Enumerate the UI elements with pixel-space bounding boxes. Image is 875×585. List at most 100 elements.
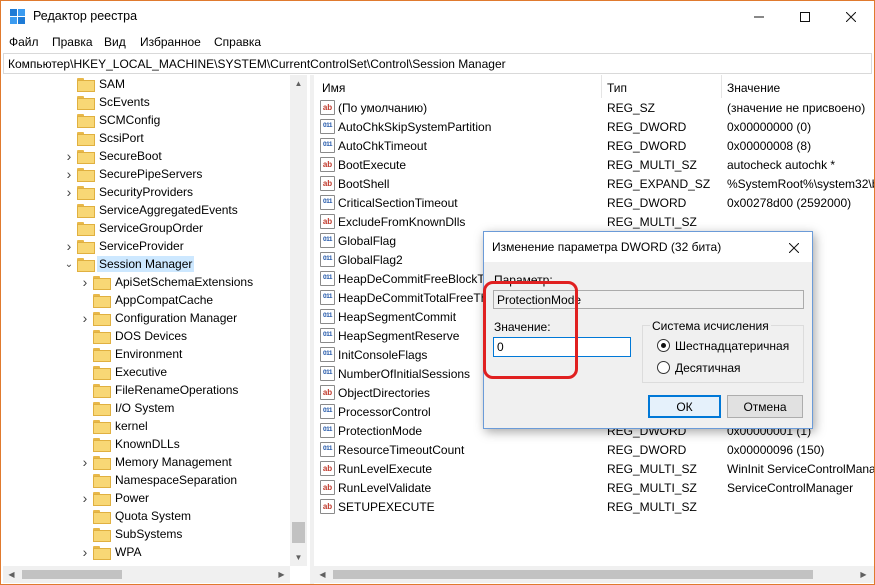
- decimal-radio[interactable]: [657, 361, 670, 374]
- ok-button[interactable]: ОК: [648, 395, 721, 418]
- tree-item[interactable]: ScsiPort: [61, 129, 146, 147]
- column-type-header[interactable]: Тип: [607, 81, 627, 95]
- menu-file[interactable]: Файл: [9, 35, 39, 49]
- tree-item[interactable]: ServiceAggregatedEvents: [61, 201, 240, 219]
- address-bar[interactable]: Компьютер\HKEY_LOCAL_MACHINE\SYSTEM\Curr…: [3, 53, 872, 74]
- collapse-arrow-icon[interactable]: ⌄: [61, 255, 77, 273]
- close-icon: [846, 11, 856, 22]
- key-tree[interactable]: SAM ScEvents SCMConfig ScsiPort › SecureBoot ›…: [3, 75, 310, 584]
- binary-value-icon: 011: [320, 328, 335, 343]
- scroll-right-icon[interactable]: ▶: [273, 566, 290, 583]
- tree-item-label: ServiceAggregatedEvents: [99, 203, 238, 217]
- expand-arrow-icon[interactable]: ›: [61, 183, 77, 201]
- maximize-button[interactable]: [782, 1, 828, 32]
- tree-item[interactable]: › ServiceProvider: [61, 237, 186, 255]
- menu-edit[interactable]: Правка: [52, 35, 93, 49]
- column-data-header[interactable]: Значение: [727, 81, 780, 95]
- value-row[interactable]: 011 CriticalSectionTimeout REG_DWORD 0x0027…: [314, 193, 874, 212]
- tree-item[interactable]: › WPA: [77, 543, 143, 561]
- cancel-button[interactable]: Отмена: [727, 395, 803, 418]
- minimize-button[interactable]: [736, 1, 782, 32]
- dialog-title-bar[interactable]: Изменение параметра DWORD (32 бита): [484, 232, 812, 262]
- expand-arrow-icon[interactable]: ›: [77, 489, 93, 507]
- value-row[interactable]: ab (По умолчанию) REG_SZ (значение не присв…: [314, 98, 874, 117]
- column-divider[interactable]: [601, 75, 602, 98]
- expand-arrow-icon[interactable]: ›: [77, 543, 93, 561]
- expand-arrow-icon[interactable]: ›: [77, 273, 93, 291]
- tree-horizontal-scroll-thumb[interactable]: [22, 570, 122, 579]
- decimal-label[interactable]: Десятичная: [675, 361, 741, 375]
- expand-arrow-icon[interactable]: ›: [77, 309, 93, 327]
- value-data: 0x00000008 (8): [727, 139, 812, 153]
- value-name: RunLevelExecute: [338, 462, 433, 476]
- value-type: REG_DWORD: [607, 196, 687, 210]
- value-row[interactable]: ab ExcludeFromKnownDlls REG_MULTI_SZ: [314, 212, 874, 231]
- value-name: HeapSegmentCommit: [338, 310, 457, 324]
- hexadecimal-radio[interactable]: [657, 339, 670, 352]
- tree-item[interactable]: › Configuration Manager: [77, 309, 239, 327]
- close-button[interactable]: [828, 1, 874, 32]
- menu-view[interactable]: Вид: [104, 35, 126, 49]
- value-row[interactable]: ab SETUPEXECUTE REG_MULTI_SZ: [314, 497, 874, 516]
- expand-arrow-icon[interactable]: ›: [61, 147, 77, 165]
- tree-item[interactable]: ScEvents: [61, 93, 152, 111]
- tree-item[interactable]: › SecurityProviders: [61, 183, 195, 201]
- tree-item[interactable]: ServiceGroupOrder: [61, 219, 205, 237]
- tree-item[interactable]: SCMConfig: [61, 111, 162, 129]
- address-path[interactable]: Компьютер\HKEY_LOCAL_MACHINE\SYSTEM\Curr…: [8, 57, 506, 71]
- tree-item[interactable]: Executive: [77, 363, 169, 381]
- expand-arrow-icon[interactable]: ›: [61, 237, 77, 255]
- scroll-up-icon[interactable]: ▲: [290, 75, 307, 92]
- minimize-icon: [754, 16, 764, 17]
- tree-item[interactable]: › SecurePipeServers: [61, 165, 204, 183]
- menu-favorites[interactable]: Избранное: [140, 35, 201, 49]
- tree-item[interactable]: DOS Devices: [77, 327, 189, 345]
- title-bar[interactable]: Редактор реестра: [1, 1, 874, 32]
- tree-item[interactable]: FileRenameOperations: [77, 381, 240, 399]
- tree-item[interactable]: KnownDLLs: [77, 435, 182, 453]
- tree-item[interactable]: AppCompatCache: [77, 291, 215, 309]
- tree-item[interactable]: Environment: [77, 345, 184, 363]
- tree-item[interactable]: › SecureBoot: [61, 147, 164, 165]
- tree-item[interactable]: kernel: [77, 417, 150, 435]
- value-row[interactable]: 011 AutoChkTimeout REG_DWORD 0x00000008 (8): [314, 136, 874, 155]
- tree-item[interactable]: I/O System: [77, 399, 176, 417]
- tree-item[interactable]: › Power: [77, 489, 151, 507]
- scroll-left-icon[interactable]: ◀: [314, 566, 331, 583]
- value-name: HeapDeCommitTotalFreeTh: [338, 291, 488, 305]
- tree-item[interactable]: SubSystems: [77, 525, 184, 543]
- tree-item[interactable]: › Memory Management: [77, 453, 234, 471]
- tree-item[interactable]: ⌄ Session Manager: [61, 255, 195, 273]
- tree-vertical-scrollbar[interactable]: ▲ ▼: [290, 75, 307, 566]
- scroll-down-icon[interactable]: ▼: [290, 549, 307, 566]
- value-row[interactable]: 011 AutoChkSkipSystemPartition REG_DWORD 0x…: [314, 117, 874, 136]
- tree-item[interactable]: SAM: [61, 75, 127, 93]
- value-row[interactable]: ab BootShell REG_EXPAND_SZ %SystemRoot%\sys…: [314, 174, 874, 193]
- tree-item-label: Quota System: [115, 509, 192, 523]
- value-row[interactable]: ab BootExecute REG_MULTI_SZ autocheck autoc…: [314, 155, 874, 174]
- tree-item[interactable]: Quota System: [77, 507, 193, 525]
- hexadecimal-label[interactable]: Шестнадцатеричная: [675, 339, 789, 353]
- folder-icon: [93, 276, 111, 290]
- binary-value-icon: 011: [320, 290, 335, 305]
- column-name-header[interactable]: Имя: [322, 81, 345, 95]
- value-name: GlobalFlag2: [338, 253, 403, 267]
- values-horizontal-scrollbar[interactable]: ◀ ▶: [314, 566, 874, 583]
- dialog-close-button[interactable]: [784, 238, 804, 258]
- scroll-right-icon[interactable]: ▶: [855, 566, 872, 583]
- value-data-input[interactable]: [493, 337, 631, 357]
- value-row[interactable]: ab RunLevelExecute REG_MULTI_SZ WinInit Ser…: [314, 459, 874, 478]
- tree-item[interactable]: › ApiSetSchemaExtensions: [77, 273, 255, 291]
- tree-item-label: NamespaceSeparation: [115, 473, 238, 487]
- column-divider[interactable]: [721, 75, 722, 98]
- menu-help[interactable]: Справка: [214, 35, 261, 49]
- scroll-left-icon[interactable]: ◀: [3, 566, 20, 583]
- values-horizontal-scroll-thumb[interactable]: [333, 570, 813, 579]
- tree-vertical-scroll-thumb[interactable]: [292, 522, 305, 543]
- value-row[interactable]: ab RunLevelValidate REG_MULTI_SZ ServiceCon…: [314, 478, 874, 497]
- expand-arrow-icon[interactable]: ›: [61, 165, 77, 183]
- tree-item[interactable]: NamespaceSeparation: [77, 471, 239, 489]
- value-row[interactable]: 011 ResourceTimeoutCount REG_DWORD 0x000000…: [314, 440, 874, 459]
- tree-horizontal-scrollbar[interactable]: ◀ ▶: [3, 566, 290, 583]
- expand-arrow-icon[interactable]: ›: [77, 453, 93, 471]
